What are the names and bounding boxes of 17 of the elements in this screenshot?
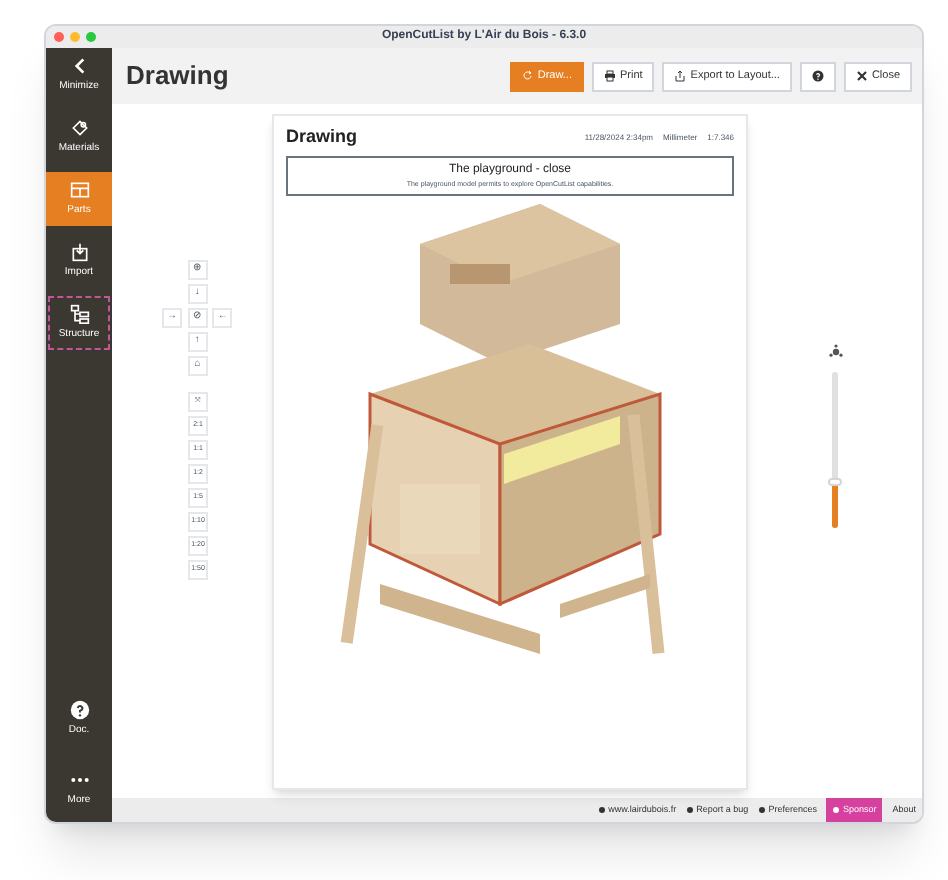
refresh-icon xyxy=(521,70,534,82)
import-icon xyxy=(69,241,89,262)
light-icon xyxy=(827,344,843,360)
close-icon xyxy=(855,70,868,82)
export-icon xyxy=(674,70,687,82)
sheet-title: Drawing xyxy=(286,124,358,150)
help-icon xyxy=(69,699,89,720)
help-icon xyxy=(811,70,824,82)
help-button[interactable] xyxy=(799,61,836,91)
tree-icon xyxy=(69,303,89,324)
printer-icon xyxy=(603,70,616,82)
chevron-left-icon xyxy=(69,55,89,76)
table-icon xyxy=(69,179,89,200)
tag-icon xyxy=(69,117,89,138)
slider-thumb[interactable] xyxy=(828,477,842,486)
light-slider[interactable] xyxy=(832,372,838,528)
page-title: Drawing xyxy=(126,58,229,95)
